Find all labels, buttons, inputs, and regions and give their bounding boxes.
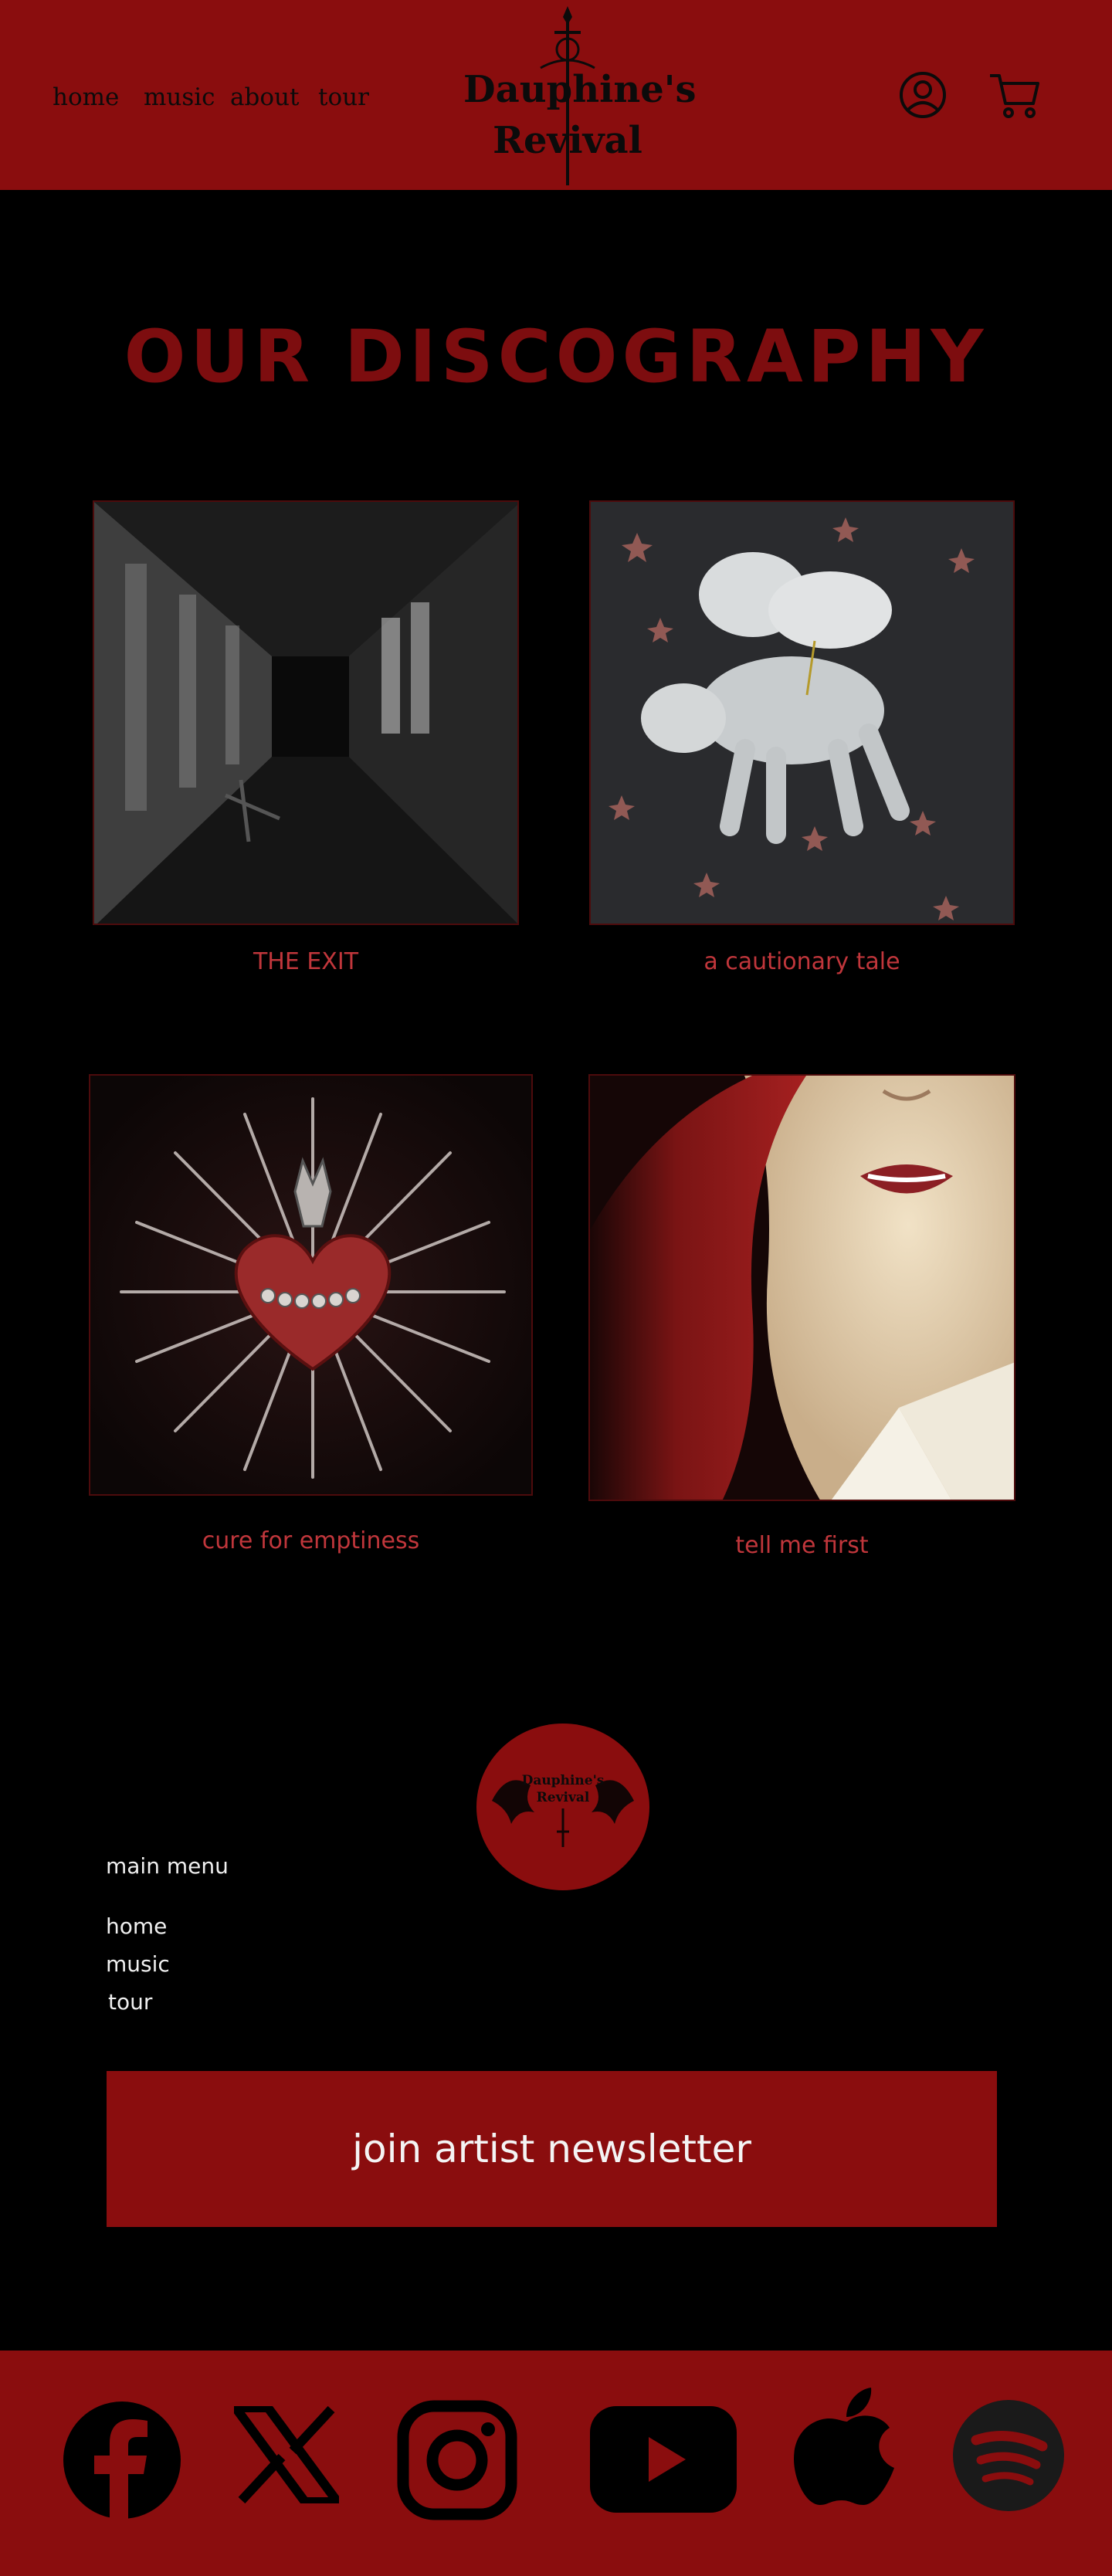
account-icon[interactable] [896, 68, 950, 122]
footer-menu-tour[interactable]: tour [108, 1989, 152, 2015]
nav-music[interactable]: music [144, 83, 215, 111]
album-cover-cure-for-emptiness[interactable] [89, 1074, 533, 1496]
join-newsletter-button[interactable]: join artist newsletter [107, 2071, 997, 2227]
footer-menu-music[interactable]: music [106, 1951, 170, 1977]
spotify-icon[interactable] [953, 2400, 1064, 2511]
footer-logo-line-1: Dauphine's [521, 1773, 605, 1788]
footer-logo-line-2: Revival [536, 1790, 590, 1805]
instagram-icon[interactable] [397, 2400, 517, 2520]
site-header: home music about tour Dauphine's Revival [0, 0, 1112, 190]
nav-home[interactable]: home [53, 83, 119, 111]
album-title-cure-for-emptiness[interactable]: cure for emptiness [89, 1527, 533, 1554]
social-bar [0, 2351, 1112, 2576]
facebook-icon[interactable] [62, 2400, 182, 2520]
footer-logo[interactable]: Dauphine's Revival [476, 1724, 649, 1890]
logo-line-2: Revival [493, 119, 642, 162]
cart-icon[interactable] [987, 68, 1041, 122]
x-icon[interactable] [234, 2406, 339, 2503]
nav-tour[interactable]: tour [318, 83, 369, 111]
album-title-the-exit[interactable]: THE EXIT [93, 948, 519, 975]
apple-icon[interactable] [794, 2388, 900, 2514]
sacred-heart-artwork [90, 1076, 531, 1494]
album-cover-the-exit[interactable] [93, 500, 519, 925]
footer-menu-home[interactable]: home [106, 1913, 167, 1939]
corridor-artwork [94, 502, 517, 924]
nav-about[interactable]: about [230, 83, 299, 111]
logo-line-1: Dauphine's [463, 68, 697, 111]
footer-menu-heading: main menu [106, 1853, 229, 1879]
page-title: our discography [124, 315, 988, 399]
bat-wings-ornament [492, 1780, 634, 1847]
album-cover-a-cautionary-tale[interactable] [589, 500, 1015, 925]
youtube-icon[interactable] [590, 2406, 737, 2513]
album-title-tell-me-first[interactable]: tell me first [588, 1532, 1015, 1559]
red-hair-portrait-artwork [590, 1076, 1014, 1500]
winged-lamb-artwork [591, 502, 1013, 924]
album-title-a-cautionary-tale[interactable]: a cautionary tale [589, 948, 1015, 975]
album-cover-tell-me-first[interactable] [588, 1074, 1015, 1501]
site-logo[interactable]: Dauphine's Revival [463, 6, 697, 185]
